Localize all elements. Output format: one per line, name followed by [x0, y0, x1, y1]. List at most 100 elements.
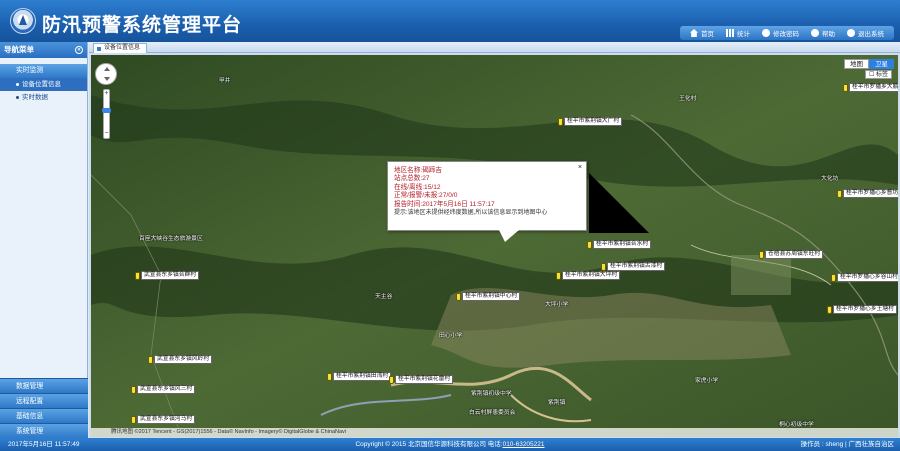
sidebar-item-realtime-data[interactable]: 实时数据: [0, 91, 87, 104]
marker-label: 苍梧县苏周镇东旺村: [765, 250, 824, 259]
place-label: 紫荆镇: [548, 400, 566, 406]
labels-toggle[interactable]: ☐ 标签: [864, 70, 892, 79]
sidebar-item-device-location[interactable]: 设备位置信息: [0, 78, 87, 91]
station-marker[interactable]: 苍梧县苏周镇东旺村: [759, 250, 824, 259]
station-marker[interactable]: 武宣县东乡镇风岭村: [148, 355, 213, 364]
change-password-button[interactable]: 修改密码: [756, 26, 805, 40]
station-marker[interactable]: 桂平市紫荆镇合水村: [587, 240, 652, 249]
map-attribution: 腾讯地图 ©2017 Tencent - GS(2017)1556 - Data…: [91, 428, 898, 437]
marker-label: 武宣县东乡镇合群村: [141, 271, 200, 280]
map-logo: 腾讯地图: [111, 429, 134, 435]
zoom-out-icon[interactable]: −: [104, 130, 109, 137]
place-label: 天主谷: [375, 294, 393, 300]
station-marker[interactable]: 桂平市紫荆镇中心村: [456, 292, 521, 301]
marker-label: 武宣县东乡镇风岭村: [154, 355, 213, 364]
stats-button[interactable]: 统计: [720, 26, 756, 40]
popup-report-time: 报告时间:2017年5月16日 11:57:17: [394, 200, 495, 208]
pan-control-icon[interactable]: [95, 63, 117, 85]
info-popup: × 地区名称:碣蹄吉 站点总数:27 在线/离线:15/12 正常/报警/未报:…: [387, 161, 587, 231]
place-label: 王化村: [679, 96, 697, 102]
marker-pin-icon: [556, 271, 561, 280]
marker-pin-icon: [131, 415, 136, 424]
station-marker[interactable]: 武宣县东乡镇合群村: [135, 271, 200, 280]
marker-pin-icon: [389, 375, 394, 384]
station-marker[interactable]: 桂平市紫荆镇古漆村: [601, 262, 666, 271]
zoom-slider[interactable]: + −: [102, 89, 111, 139]
app-title: 防汛预警系统管理平台: [42, 14, 243, 36]
station-marker[interactable]: 桂平市罗播心乡督坊村: [837, 189, 898, 198]
popup-shadow: [589, 173, 649, 233]
station-marker[interactable]: 武宣县东乡镇河马村: [131, 415, 196, 424]
marker-label: 桂平市紫荆镇大广村: [564, 117, 623, 126]
sidebar-item-basic-info[interactable]: 基础信息: [0, 408, 88, 423]
stats-label: 统计: [737, 31, 750, 38]
help-icon: [811, 29, 819, 37]
zoom-slider-handle[interactable]: [102, 108, 111, 113]
tab-device-location[interactable]: 设备位置信息: [93, 43, 148, 53]
popup-station-total: 站点总数:27: [394, 175, 430, 183]
copyright: Copyright © 2015 北京国信华源科技有限公司 电话:010-632…: [0, 438, 900, 451]
sidebar-section-realtime[interactable]: 实时监测: [0, 64, 87, 78]
marker-pin-icon: [843, 83, 848, 92]
marker-pin-icon: [327, 372, 332, 381]
operator-info: 操作员 : sheng | 广西壮族自治区: [800, 441, 894, 448]
sidebar-item-remote-config[interactable]: 远程配置: [0, 393, 88, 408]
place-label: 百座大峡谷生态旅游景区: [139, 236, 203, 242]
place-label: 桐心初级中学: [779, 422, 814, 428]
footer: 2017年5月16日 11:57:49 Copyright © 2015 北京国…: [0, 438, 900, 451]
home-label: 首页: [701, 31, 714, 38]
place-label: 大化坊: [821, 176, 839, 182]
logo-icon: [10, 8, 36, 34]
popup-hint: 提示:该地区未提供经纬度数据,所以该信息显示到地图中心: [394, 210, 548, 217]
marker-pin-icon: [135, 271, 140, 280]
top-nav: 首页 统计 修改密码 帮助 退出系统: [680, 26, 894, 40]
marker-pin-icon: [456, 292, 461, 301]
place-label: 白云村屏患委员会: [469, 410, 516, 416]
sidebar-header: 导航菜单 «: [0, 42, 87, 58]
home-icon: [690, 29, 698, 37]
map-type-switch: 地图 卫星: [844, 59, 894, 69]
collapse-icon[interactable]: «: [75, 46, 83, 54]
station-marker[interactable]: 桂平市罗播心乡王塘村: [827, 305, 897, 314]
logout-button[interactable]: 退出系统: [841, 26, 890, 40]
station-marker[interactable]: 桂平市罗播乡大鹏镇村: [843, 83, 898, 92]
satellite-map[interactable]: 百座大峡谷生态旅游景区 天主谷 田心小学 大坪小学 紫荆镇初级中学 紫荆镇 白云…: [91, 55, 898, 437]
station-marker[interactable]: 桂平市紫荆镇田湾村: [327, 372, 392, 381]
marker-label: 桂平市紫荆镇花雷村: [395, 375, 454, 384]
marker-pin-icon: [587, 240, 592, 249]
popup-online-offline: 在线/离线:15/12: [394, 183, 441, 191]
marker-pin-icon: [131, 385, 136, 394]
marker-pin-icon: [148, 355, 153, 364]
marker-label: 桂平市紫荆镇中心村: [462, 292, 521, 301]
marker-pin-icon: [831, 273, 836, 282]
place-label: 大坪小学: [545, 302, 569, 308]
station-marker[interactable]: 桂平市紫荆镇大广村: [558, 117, 623, 126]
marker-pin-icon: [558, 117, 563, 126]
station-marker[interactable]: 桂平市罗播心乡谷山村: [831, 273, 898, 282]
phone-link[interactable]: 010-63205221: [503, 441, 545, 448]
marker-label: 武宣县东乡镇风三村: [137, 385, 196, 394]
key-icon: [762, 29, 770, 37]
zoom-in-icon[interactable]: +: [104, 90, 109, 97]
marker-pin-icon: [759, 250, 764, 259]
map-type-satellite[interactable]: 卫星: [869, 59, 894, 69]
map-type-map[interactable]: 地图: [844, 59, 869, 69]
home-button[interactable]: 首页: [684, 26, 720, 40]
marker-label: 桂平市罗播心乡督坊村: [843, 189, 898, 198]
station-marker[interactable]: 桂平市紫荆镇花雷村: [389, 375, 454, 384]
station-marker[interactable]: 武宣县东乡镇风三村: [131, 385, 196, 394]
change-password-label: 修改密码: [773, 31, 799, 38]
satellite-imagery: [91, 55, 898, 437]
sidebar-item-data-management[interactable]: 数据管理: [0, 378, 88, 393]
tab-bar: 设备位置信息: [89, 42, 900, 53]
main-content: 设备位置信息 百座大峡谷生态旅游景区 天主谷 田心小学 大坪小学 紫荆镇初级中学…: [89, 42, 900, 438]
sidebar-item-system-management[interactable]: 系统管理: [0, 423, 88, 438]
copyright-text: Copyright © 2015 北京国信华源科技有限公司 电话:: [355, 441, 503, 448]
station-marker[interactable]: 桂平市紫荆镇大坪村: [556, 271, 621, 280]
place-label: 田心小学: [439, 333, 463, 339]
marker-label: 武宣县东乡镇河马村: [137, 415, 196, 424]
marker-pin-icon: [837, 189, 842, 198]
help-button[interactable]: 帮助: [805, 26, 841, 40]
marker-label: 桂平市紫荆镇古漆村: [607, 262, 666, 271]
close-icon[interactable]: ×: [578, 164, 582, 171]
